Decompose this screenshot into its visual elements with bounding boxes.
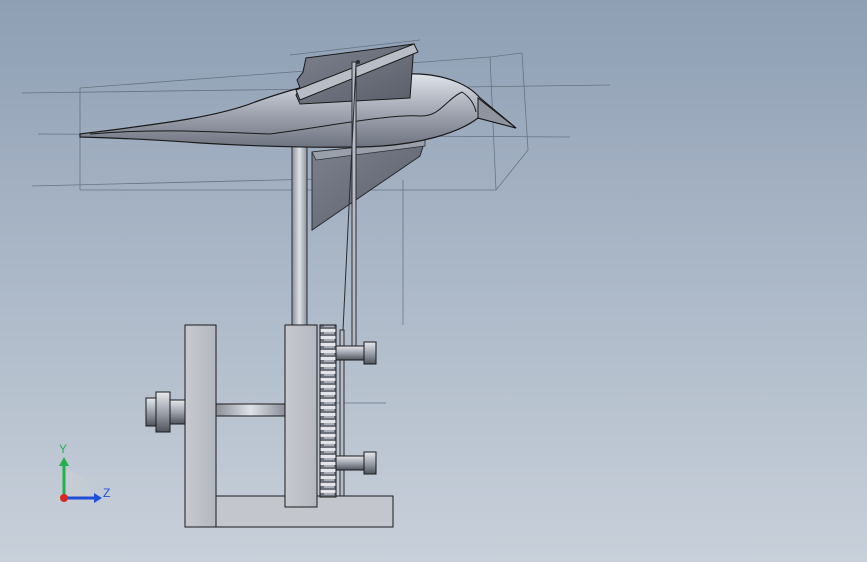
orientation-triad: [59, 457, 102, 503]
frame-plate-left[interactable]: [184, 324, 217, 528]
support-post[interactable]: [291, 139, 308, 328]
shaft-collar[interactable]: [145, 391, 186, 433]
crank-shaft[interactable]: [215, 403, 286, 417]
z-axis-arrowhead: [94, 493, 102, 503]
gear-stack[interactable]: [319, 324, 337, 498]
triad-z-label: Z: [103, 486, 111, 500]
cad-model-scene[interactable]: [0, 0, 867, 562]
bird-beak: [477, 96, 517, 129]
triad-origin: [60, 494, 68, 502]
triad-y-label: Y: [59, 442, 68, 456]
wing-pivot: [356, 60, 360, 64]
triad-arc: [64, 470, 92, 498]
graphics-viewport[interactable]: Y Z: [0, 0, 867, 562]
frame-plate-right[interactable]: [284, 324, 318, 508]
y-axis-arrowhead: [59, 457, 69, 466]
